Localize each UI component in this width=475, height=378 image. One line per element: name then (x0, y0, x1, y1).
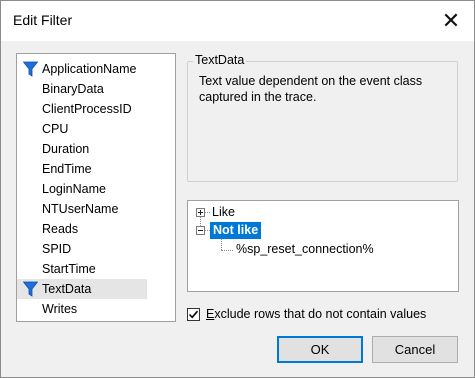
column-item-binarydata[interactable]: BinaryData (17, 79, 147, 99)
column-label: Duration (42, 142, 90, 156)
tree-node-not-like[interactable]: Not like (210, 222, 262, 239)
column-label: ClientProcessID (42, 102, 132, 116)
ok-button[interactable]: OK (277, 336, 363, 363)
group-title: TextData (193, 53, 247, 67)
column-list[interactable]: ApplicationName BinaryData ClientProcess… (16, 53, 176, 322)
column-item-clientprocessid[interactable]: ClientProcessID (17, 99, 147, 119)
close-icon[interactable]: ✕ (436, 7, 466, 35)
checkmark-icon (188, 310, 199, 319)
exclude-rows-checkbox[interactable] (187, 308, 200, 321)
exclude-label-text: xclude rows that do not contain values (214, 307, 427, 321)
dialog-title: Edit Filter (13, 12, 73, 28)
tree-node-like[interactable]: Like (212, 205, 235, 219)
column-item-starttime[interactable]: StartTime (17, 259, 147, 279)
column-item-cpu[interactable]: CPU (17, 119, 147, 139)
column-description: Text value dependent on the event class … (199, 74, 423, 104)
funnel-filter-icon (23, 61, 38, 77)
column-label: LoginName (42, 182, 106, 196)
column-item-ntusername[interactable]: NTUserName (17, 199, 147, 219)
column-label: SPID (42, 242, 72, 256)
tree-connector (221, 250, 233, 251)
column-item-duration[interactable]: Duration (17, 139, 147, 159)
tree-connector (221, 239, 222, 250)
column-label: EndTime (42, 162, 92, 176)
column-item-writes[interactable]: Writes (17, 299, 147, 319)
column-item-applicationname[interactable]: ApplicationName (17, 59, 147, 79)
title-bar: Edit Filter ✕ (1, 1, 474, 41)
column-label: CPU (42, 122, 69, 136)
collapse-minus-icon[interactable] (196, 226, 205, 235)
funnel-filter-icon (23, 281, 38, 297)
column-label: TextData (42, 282, 92, 296)
column-item-endtime[interactable]: EndTime (17, 159, 147, 179)
expand-plus-icon[interactable] (196, 208, 205, 217)
exclude-rows-label[interactable]: Exclude rows that do not contain values (206, 307, 426, 321)
column-label: NTUserName (42, 202, 119, 216)
column-label: StartTime (42, 262, 96, 276)
filter-tree[interactable]: Like Not like %sp_reset_connection% (187, 200, 459, 292)
column-label: Reads (42, 222, 79, 236)
column-item-reads[interactable]: Reads (17, 219, 147, 239)
edit-filter-dialog: Edit Filter ✕ ApplicationName BinaryData… (0, 0, 475, 378)
cancel-button[interactable]: Cancel (372, 336, 458, 363)
column-label: BinaryData (42, 82, 104, 96)
column-label: Writes (42, 302, 78, 316)
column-item-textdata[interactable]: TextData (17, 279, 147, 299)
tree-node-value[interactable]: %sp_reset_connection% (236, 242, 374, 256)
column-item-loginname[interactable]: LoginName (17, 179, 147, 199)
column-item-spid[interactable]: SPID (17, 239, 147, 259)
tree-connector (205, 212, 210, 213)
column-label: ApplicationName (42, 62, 137, 76)
